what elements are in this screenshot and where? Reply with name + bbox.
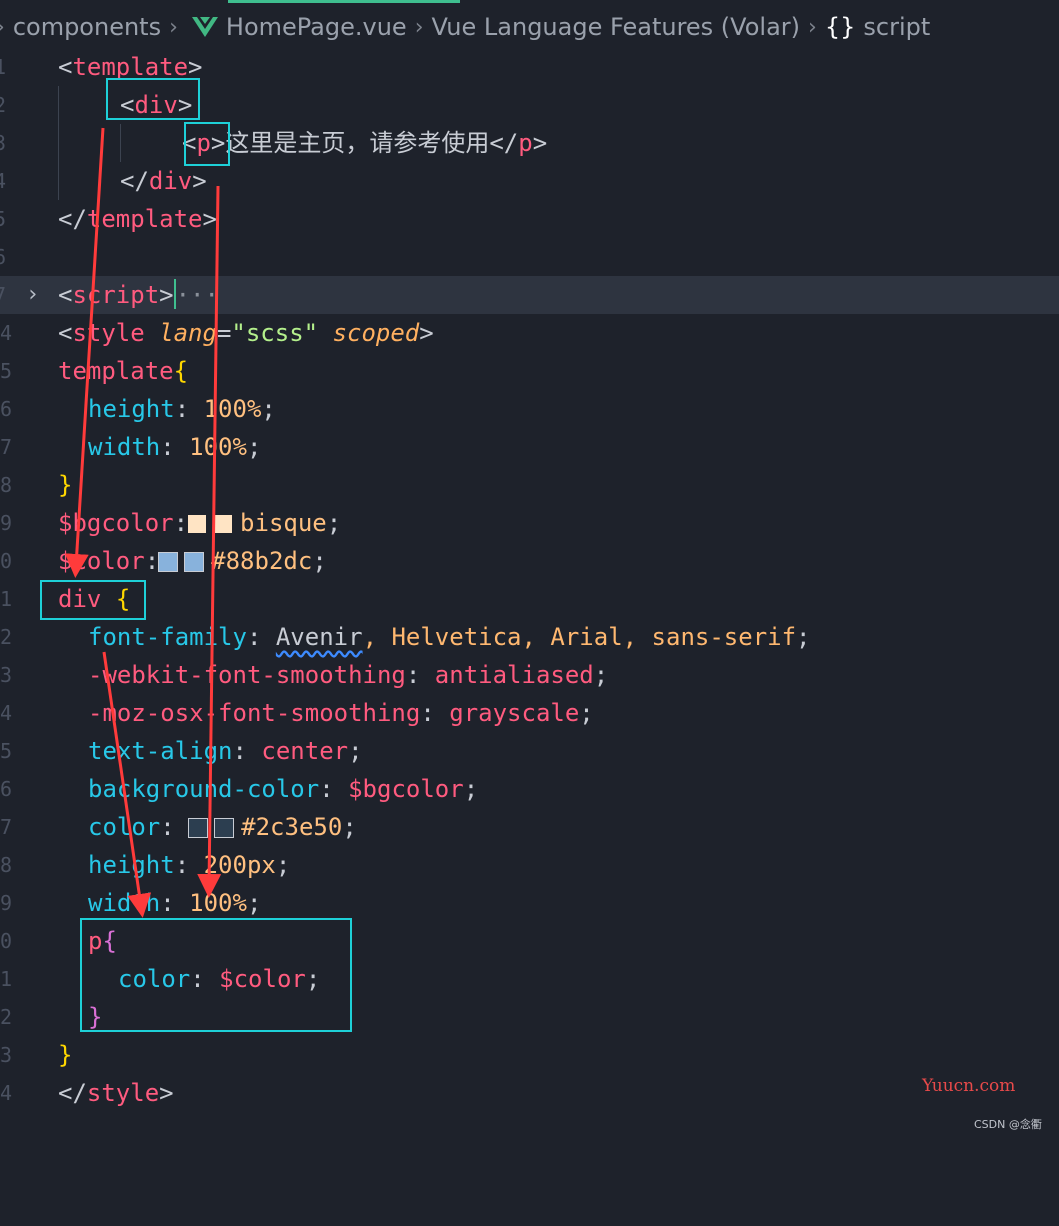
line-number: 4 bbox=[0, 162, 6, 200]
code-line[interactable]: 25 text-align: center; bbox=[0, 732, 1059, 770]
chevron-right-icon: › bbox=[808, 14, 817, 40]
color-swatch-88b2dc[interactable] bbox=[184, 552, 205, 572]
line-number: 27 bbox=[0, 815, 13, 839]
code-line[interactable]: 14 <style lang="scss" scoped> bbox=[0, 314, 1059, 352]
code-line[interactable]: 6 bbox=[0, 238, 1059, 276]
line-number: 33 bbox=[0, 1043, 13, 1067]
chevron-right-icon: › bbox=[414, 14, 424, 40]
line-number: 1 bbox=[0, 48, 6, 86]
line-number: 29 bbox=[0, 891, 13, 915]
annotation-box-p-tag bbox=[184, 122, 230, 166]
breadcrumb-symbol[interactable]: {} script bbox=[825, 13, 930, 41]
line-number: 18 bbox=[0, 473, 13, 497]
code-line-current[interactable]: 7 › <script>··· bbox=[0, 276, 1059, 314]
breadcrumb: › components › HomePage.vue › Vue Langua… bbox=[0, 6, 1059, 48]
line-number: 30 bbox=[0, 929, 13, 953]
line-number: 16 bbox=[0, 397, 13, 421]
watermark-site: Yuucn.com bbox=[922, 1076, 1016, 1096]
line-number: 5 bbox=[0, 200, 6, 238]
line-number: 23 bbox=[0, 663, 13, 687]
paragraph-text: 这里是主页，请参考使用 bbox=[225, 129, 490, 157]
annotation-box-p-selector bbox=[80, 918, 352, 1032]
code-line[interactable]: 17 width: 100%; bbox=[0, 428, 1059, 466]
watermark-credit: CSDN @念衢 bbox=[974, 1118, 1042, 1131]
line-number: 15 bbox=[0, 359, 13, 383]
code-line[interactable]: 20 $color:#88b2dc; bbox=[0, 542, 1059, 580]
line-number: 32 bbox=[0, 1005, 13, 1029]
line-number: 22 bbox=[0, 625, 13, 649]
code-line[interactable]: 19 $bgcolor:bisque; bbox=[0, 504, 1059, 542]
line-number: 26 bbox=[0, 777, 13, 801]
color-swatch-bisque[interactable] bbox=[188, 515, 207, 533]
chevron-right-icon: › bbox=[0, 15, 5, 40]
line-number: 31 bbox=[0, 967, 13, 991]
line-number: 7 bbox=[0, 276, 6, 314]
code-line[interactable]: 22 font-family: Avenir, Helvetica, Arial… bbox=[0, 618, 1059, 656]
code-line[interactable]: 26 background-color: $bgcolor; bbox=[0, 770, 1059, 808]
annotation-box-div-tag bbox=[106, 78, 200, 120]
code-line[interactable]: 34 </style> bbox=[0, 1074, 1059, 1112]
code-line[interactable]: 16 height: 100%; bbox=[0, 390, 1059, 428]
breadcrumb-language[interactable]: Vue Language Features (Volar) bbox=[432, 13, 801, 41]
vue-file-icon bbox=[191, 17, 218, 37]
line-number: 24 bbox=[0, 701, 13, 725]
code-line[interactable]: 33 } bbox=[0, 1036, 1059, 1074]
line-number: 19 bbox=[0, 511, 13, 535]
code-line[interactable]: 23 -webkit-font-smoothing: antialiased; bbox=[0, 656, 1059, 694]
breadcrumb-folder[interactable]: components bbox=[13, 13, 161, 41]
annotation-box-div-selector bbox=[40, 580, 146, 620]
line-number: 20 bbox=[0, 549, 13, 573]
code-line[interactable]: 4 </div> bbox=[0, 162, 1059, 200]
code-line[interactable]: 21 div { bbox=[0, 580, 1059, 618]
breadcrumb-symbol-label: script bbox=[863, 13, 931, 41]
code-line[interactable]: 18 } bbox=[0, 466, 1059, 504]
color-swatch-2c3e50[interactable] bbox=[214, 818, 235, 838]
breadcrumb-file-label: HomePage.vue bbox=[225, 13, 407, 41]
line-number: 17 bbox=[0, 435, 13, 459]
code-line[interactable]: 28 height: 200px; bbox=[0, 846, 1059, 884]
code-line[interactable]: 24 -moz-osx-font-smoothing: grayscale; bbox=[0, 694, 1059, 732]
line-number: 2 bbox=[0, 86, 6, 124]
color-swatch-2c3e50[interactable] bbox=[188, 818, 209, 838]
line-number: 34 bbox=[0, 1081, 13, 1105]
code-line[interactable]: 29 width: 100%; bbox=[0, 884, 1059, 922]
color-swatch-88b2dc[interactable] bbox=[158, 552, 179, 572]
line-number: 3 bbox=[0, 124, 6, 162]
breadcrumb-file[interactable]: HomePage.vue bbox=[186, 13, 407, 41]
code-line[interactable]: 5 </template> bbox=[0, 200, 1059, 238]
line-number: 21 bbox=[0, 587, 13, 611]
chevron-right-icon: › bbox=[169, 14, 178, 40]
line-number: 14 bbox=[0, 321, 13, 345]
fold-chevron-icon[interactable]: › bbox=[26, 276, 39, 314]
code-line[interactable]: 27 color: #2c3e50; bbox=[0, 808, 1059, 846]
folded-ellipsis[interactable]: ··· bbox=[176, 281, 219, 309]
color-swatch-bisque[interactable] bbox=[214, 515, 233, 533]
line-number: 25 bbox=[0, 739, 13, 763]
code-line[interactable]: 15 template{ bbox=[0, 352, 1059, 390]
line-number: 6 bbox=[0, 238, 6, 276]
code-line[interactable]: 3 <p>这里是主页，请参考使用</p> bbox=[0, 124, 1059, 162]
line-number: 28 bbox=[0, 853, 13, 877]
symbol-braces-icon: {} bbox=[824, 13, 856, 41]
spell-warning-text[interactable]: Avenir bbox=[276, 623, 363, 651]
active-tab-indicator bbox=[228, 0, 460, 3]
